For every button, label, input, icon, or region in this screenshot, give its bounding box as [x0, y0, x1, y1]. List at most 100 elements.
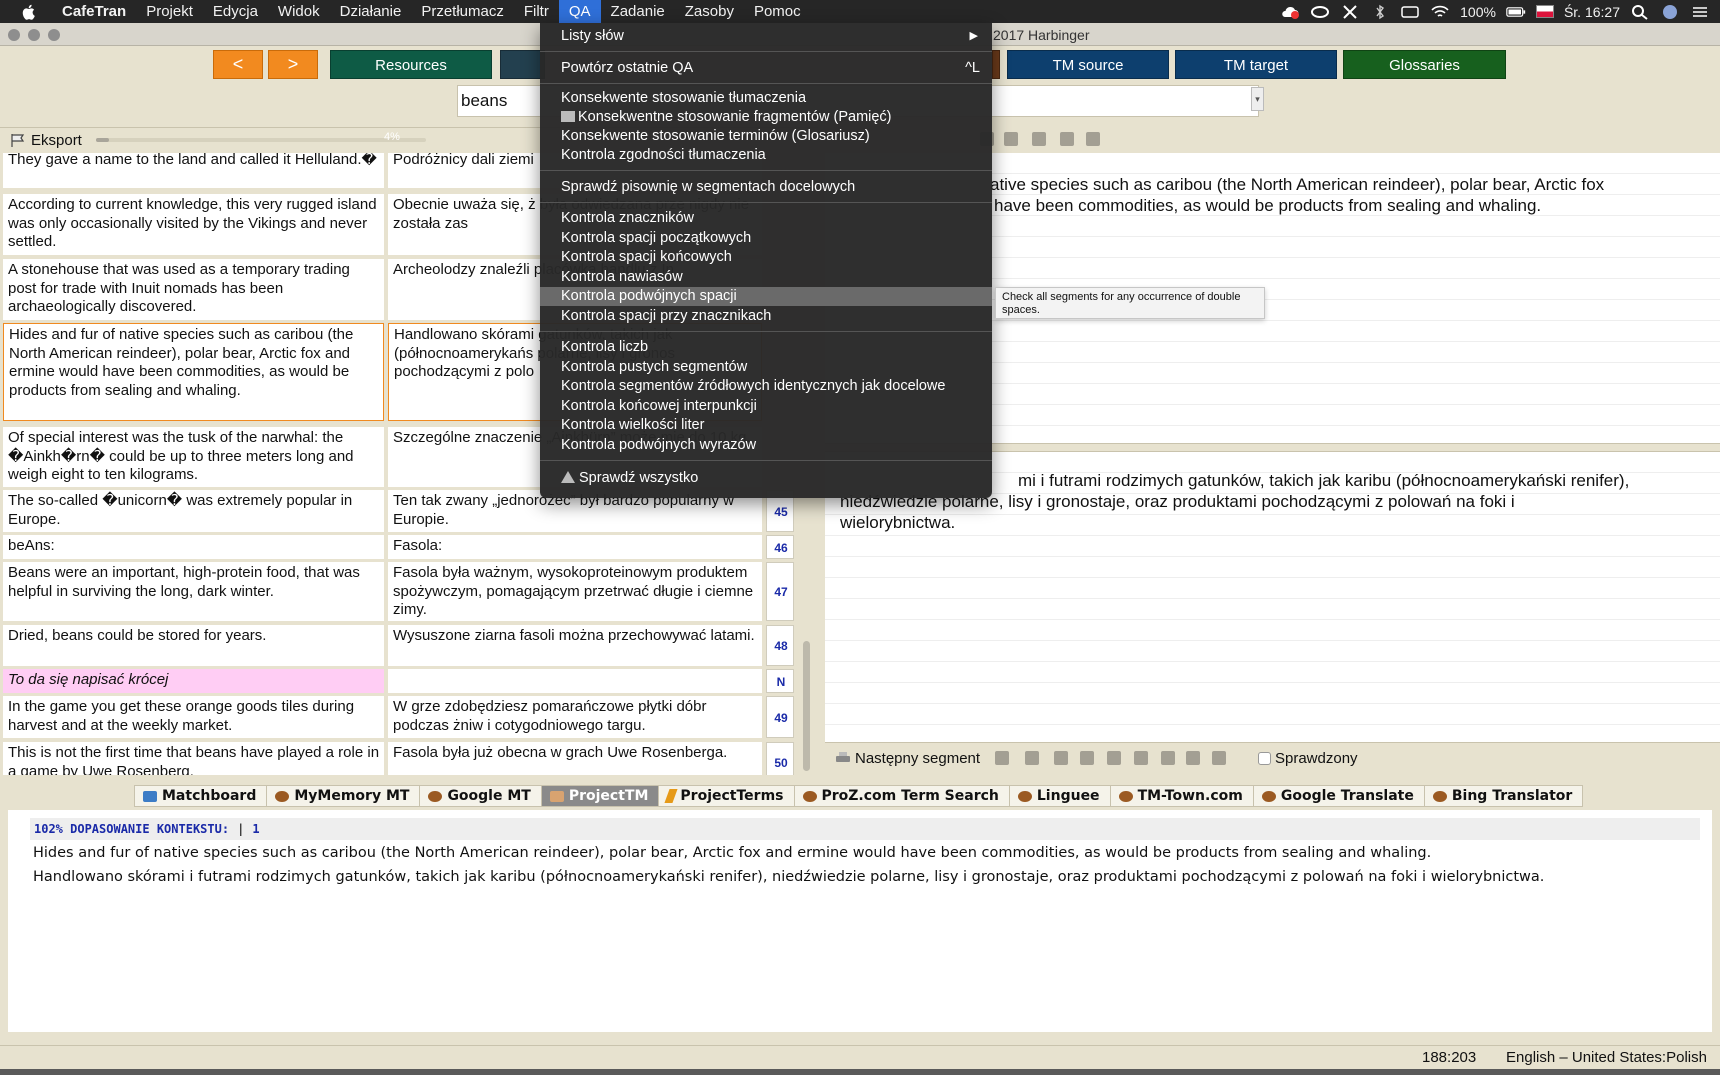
segment-number[interactable]: N [766, 669, 794, 693]
printer-icon[interactable] [835, 751, 851, 765]
glossaries-button[interactable]: Glossaries [1343, 50, 1506, 79]
source-editor-line[interactable]: ative species such as caribou (the North… [990, 174, 1604, 195]
search-dropdown-button[interactable]: ▾ [1251, 87, 1264, 111]
notification-center-icon[interactable] [1690, 4, 1710, 20]
bluetooth-icon[interactable] [1370, 4, 1390, 20]
menu-filtr[interactable]: Filtr [514, 0, 559, 23]
menu-item-consistent-terms[interactable]: Konsekwente stosowanie terminów (Glosari… [540, 127, 992, 146]
table-row[interactable]: Beans were an important, high-protein fo… [0, 562, 818, 621]
paste-icon[interactable] [1032, 132, 1046, 146]
tab-matchboard[interactable]: Matchboard [134, 785, 267, 807]
minimize-window-button[interactable] [28, 29, 40, 41]
user-avatar-icon[interactable] [1660, 4, 1680, 20]
menu-zadanie[interactable]: Zadanie [601, 0, 675, 23]
split-icon[interactable] [1080, 751, 1094, 765]
segment-number[interactable]: 47 [766, 562, 794, 621]
segment-number[interactable]: 50 [766, 742, 794, 775]
source-cell[interactable]: Of special interest was the tusk of the … [3, 427, 384, 487]
menu-item-end-punctuation[interactable]: Kontrola końcowej interpunkcji [540, 397, 992, 416]
filter-icon[interactable] [1161, 751, 1175, 765]
source-cell[interactable]: The so-called �unicorn� was extremely po… [3, 490, 384, 532]
menu-item-empty-segments[interactable]: Kontrola pustych segmentów [540, 358, 992, 377]
toolbar-button-hidden[interactable] [500, 50, 545, 79]
note-cell[interactable]: To da się napisać krócej [3, 669, 384, 693]
copy-icon[interactable] [1004, 132, 1018, 146]
language-pair[interactable]: English – United States:Polish [1506, 1049, 1707, 1066]
resources-button[interactable]: Resources [330, 50, 492, 79]
tab-google-mt[interactable]: Google MT [419, 785, 541, 807]
menu-projekt[interactable]: Projekt [136, 0, 203, 23]
export-label[interactable]: Eksport [31, 132, 82, 149]
menu-item-double-spaces[interactable]: Kontrola podwójnych spacji [540, 287, 992, 306]
refresh-icon[interactable] [1086, 132, 1100, 146]
input-language-flag-icon[interactable] [1535, 5, 1554, 18]
tab-bing-translator[interactable]: Bing Translator [1423, 785, 1584, 807]
menu-item-identical-segments[interactable]: Kontrola segmentów źródłowych identyczny… [540, 377, 992, 396]
menu-item-spaces-at-tags[interactable]: Kontrola spacji przy znacznikach [540, 307, 992, 326]
menu-item-brackets[interactable]: Kontrola nawiasów [540, 268, 992, 287]
menu-item-translation-conformity[interactable]: Kontrola zgodności tłumaczenia [540, 146, 992, 165]
table-row[interactable]: In the game you get these orange goods t… [0, 696, 818, 738]
battery-icon[interactable] [1506, 4, 1526, 20]
insert-source-icon[interactable] [995, 751, 1009, 765]
menu-przetlumacz[interactable]: Przetłumacz [411, 0, 514, 23]
menu-item-trailing-spaces[interactable]: Kontrola spacji końcowych [540, 248, 992, 267]
match-panel[interactable]: 102% DOPASOWANIE KONTEKSTU: | 1 Hides and … [8, 810, 1712, 1032]
target-cell[interactable] [388, 669, 762, 693]
segment-number[interactable]: 48 [766, 625, 794, 666]
table-row[interactable]: Dried, beans could be stored for years. … [0, 625, 818, 666]
source-cell[interactable]: Dried, beans could be stored for years. [3, 625, 384, 666]
cloud-error-icon[interactable] [1280, 4, 1300, 20]
menu-widok[interactable]: Widok [268, 0, 330, 23]
tm-source-button[interactable]: TM source [1007, 50, 1169, 79]
keyboard-icon[interactable] [1400, 4, 1420, 20]
menu-edycja[interactable]: Edycja [203, 0, 268, 23]
menu-item-check-all[interactable]: Sprawdź wszystko [540, 469, 992, 488]
target-cell[interactable]: W grze zdobędziesz pomarańczowe płytki d… [388, 696, 762, 738]
previous-segment-button[interactable]: < [213, 50, 263, 79]
tab-projecttm[interactable]: ProjectTM [540, 785, 659, 807]
segment-number[interactable]: 49 [766, 696, 794, 738]
menu-item-spellcheck[interactable]: Sprawdź pisownię w segmentach docelowych [540, 178, 992, 197]
menu-item-tags-check[interactable]: Kontrola znaczników [540, 209, 992, 228]
close-window-button[interactable] [8, 29, 20, 41]
tab-linguee[interactable]: Linguee [1008, 785, 1110, 807]
app-menu[interactable]: CafeTran [52, 0, 136, 23]
pilcrow-icon[interactable] [1060, 132, 1074, 146]
match-target[interactable]: Handlowano skórami i futrami rodzimych g… [33, 869, 1544, 885]
creative-cloud-icon[interactable] [1310, 4, 1330, 20]
source-cell[interactable]: Hides and fur of native species such as … [3, 323, 384, 421]
next-segment-label[interactable]: Następny segment [855, 750, 980, 767]
menu-item-consistent-fragments[interactable]: Konsekwentne stosowanie fragmentów (Pami… [540, 108, 992, 127]
segment-number[interactable]: 46 [766, 535, 794, 559]
source-cell[interactable]: According to current knowledge, this ver… [3, 194, 384, 255]
target-cell[interactable]: Wysuszone ziarna fasoli można przechowyw… [388, 625, 762, 666]
source-cell[interactable]: Beans were an important, high-protein fo… [3, 562, 384, 621]
menu-item-leading-spaces[interactable]: Kontrola spacji początkowych [540, 229, 992, 248]
menu-item-consistent-translation[interactable]: Konsekwente stosowanie tłumaczenia [540, 89, 992, 108]
menu-item-double-words[interactable]: Kontrola podwójnych wyrazów [540, 436, 992, 455]
tab-tm-town[interactable]: TM-Town.com [1109, 785, 1253, 807]
wifi-icon[interactable] [1430, 4, 1450, 20]
next-segment-button[interactable]: > [268, 50, 318, 79]
down-arrow-icon[interactable] [1107, 751, 1121, 765]
clock[interactable]: Śr. 16:27 [1564, 4, 1620, 20]
source-editor-line[interactable]: have been commodities, as would be produ… [994, 195, 1541, 216]
tm-target-button[interactable]: TM target [1175, 50, 1337, 79]
tab-projectterms[interactable]: ProjectTerms [658, 785, 794, 807]
menu-dzialanie[interactable]: Działanie [330, 0, 412, 23]
source-cell[interactable]: beAns: [3, 535, 384, 559]
target-cell[interactable]: Fasola: [388, 535, 762, 559]
menu-zasoby[interactable]: Zasoby [675, 0, 744, 23]
search-icon[interactable] [1630, 4, 1650, 20]
target-editor-line[interactable]: mi i futrami rodzimych gatunków, takich … [1018, 470, 1629, 491]
menu-item-word-lists[interactable]: Listy słów ▶ [540, 25, 992, 47]
edit-icon[interactable] [1186, 751, 1200, 765]
tab-mymemory-mt[interactable]: MyMemory MT [266, 785, 420, 807]
menu-item-repeat-last-qa[interactable]: Powtórz ostatnie QA ^L [540, 57, 992, 79]
calculator-icon[interactable] [1212, 751, 1226, 765]
table-row-note[interactable]: To da się napisać krócej N [0, 669, 818, 693]
table-row[interactable]: beAns: Fasola: 46 [0, 535, 818, 559]
source-cell[interactable]: In the game you get these orange goods t… [3, 696, 384, 738]
zoom-window-button[interactable] [48, 29, 60, 41]
